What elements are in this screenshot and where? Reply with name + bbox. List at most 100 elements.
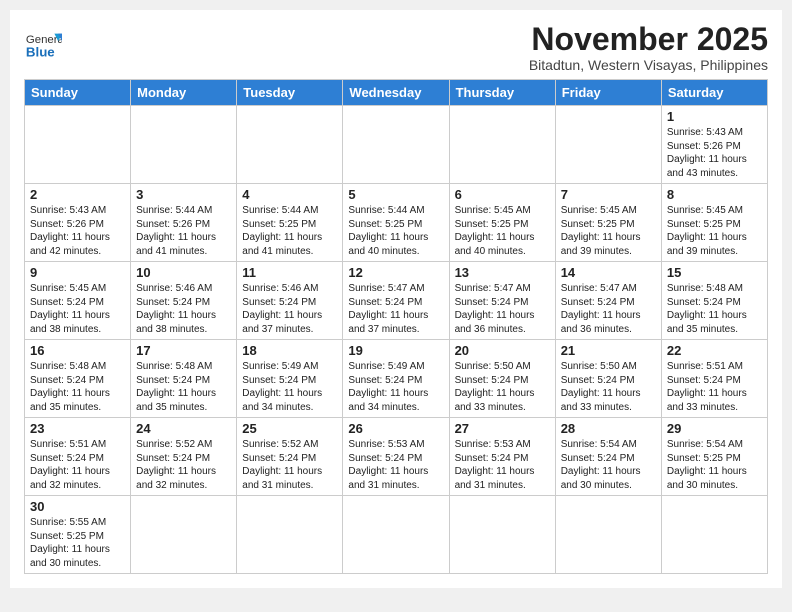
day-info: Sunrise: 5:45 AM Sunset: 5:25 PM Dayligh… <box>455 204 550 258</box>
calendar-cell: 8Sunrise: 5:45 AM Sunset: 5:25 PM Daylig… <box>661 184 767 262</box>
calendar-cell: 15 Sunrise: 5:48 AM Sunset: 5:24 PM Dayli… <box>661 262 767 340</box>
weekday-header-tuesday: Tuesday <box>237 80 343 106</box>
day-info: Sunrise: 5:53 AM Sunset: 5:24 PM Dayligh… <box>455 438 550 492</box>
day-info: Sunrise: 5:43 AM Sunset: 5:26 PM Dayligh… <box>667 126 762 180</box>
calendar-cell <box>343 496 449 574</box>
day-info: Sunrise: 5:45 AM Sunset: 5:25 PM Dayligh… <box>561 204 656 258</box>
calendar-cell <box>237 106 343 184</box>
calendar-cell: 13Sunrise: 5:47 AM Sunset: 5:24 PM Dayli… <box>449 262 555 340</box>
day-info: Sunrise: 5:44 AM Sunset: 5:26 PM Dayligh… <box>136 204 231 258</box>
day-info: Sunrise: 5:45 AM Sunset: 5:24 PM Dayligh… <box>30 282 125 336</box>
calendar-week-0: 1 Sunrise: 5:43 AM Sunset: 5:26 PM Daylig… <box>25 106 768 184</box>
day-number: 28 <box>561 421 656 436</box>
day-number: 20 <box>455 343 550 358</box>
day-info: Sunrise: 5:54 AM Sunset: 5:25 PM Dayligh… <box>667 438 762 492</box>
calendar-cell <box>449 496 555 574</box>
title-block: November 2025 Bitadtun, Western Visayas,… <box>529 22 768 73</box>
day-info: Sunrise: 5:47 AM Sunset: 5:24 PM Dayligh… <box>561 282 656 336</box>
day-number: 1 <box>667 109 762 124</box>
day-info: Sunrise: 5:44 AM Sunset: 5:25 PM Dayligh… <box>242 204 337 258</box>
calendar-week-5: 30 Sunrise: 5:55 AM Sunset: 5:25 PM Dayli… <box>25 496 768 574</box>
calendar-cell: 18Sunrise: 5:49 AM Sunset: 5:24 PM Dayli… <box>237 340 343 418</box>
day-info: Sunrise: 5:49 AM Sunset: 5:24 PM Dayligh… <box>242 360 337 414</box>
calendar-cell: 20 Sunrise: 5:50 AM Sunset: 5:24 PM Dayli… <box>449 340 555 418</box>
calendar-cell: 22Sunrise: 5:51 AM Sunset: 5:24 PM Dayli… <box>661 340 767 418</box>
day-number: 27 <box>455 421 550 436</box>
day-info: Sunrise: 5:47 AM Sunset: 5:24 PM Dayligh… <box>348 282 443 336</box>
calendar-cell: 17 Sunrise: 5:48 AM Sunset: 5:24 PM Dayli… <box>131 340 237 418</box>
calendar-cell: 11Sunrise: 5:46 AM Sunset: 5:24 PM Dayli… <box>237 262 343 340</box>
calendar-week-3: 16Sunrise: 5:48 AM Sunset: 5:24 PM Dayli… <box>25 340 768 418</box>
day-info: Sunrise: 5:52 AM Sunset: 5:24 PM Dayligh… <box>136 438 231 492</box>
month-title: November 2025 <box>529 22 768 57</box>
calendar-cell: 9 Sunrise: 5:45 AM Sunset: 5:24 PM Daylig… <box>25 262 131 340</box>
day-info: Sunrise: 5:50 AM Sunset: 5:24 PM Dayligh… <box>561 360 656 414</box>
calendar-cell: 1 Sunrise: 5:43 AM Sunset: 5:26 PM Daylig… <box>661 106 767 184</box>
day-info: Sunrise: 5:52 AM Sunset: 5:24 PM Dayligh… <box>242 438 337 492</box>
day-info: Sunrise: 5:53 AM Sunset: 5:24 PM Dayligh… <box>348 438 443 492</box>
day-info: Sunrise: 5:46 AM Sunset: 5:24 PM Dayligh… <box>136 282 231 336</box>
svg-text:Blue: Blue <box>26 44 55 59</box>
day-number: 15 <box>667 265 762 280</box>
calendar-cell <box>449 106 555 184</box>
calendar-cell: 3 Sunrise: 5:44 AM Sunset: 5:26 PM Daylig… <box>131 184 237 262</box>
calendar-cell: 12 Sunrise: 5:47 AM Sunset: 5:24 PM Dayli… <box>343 262 449 340</box>
calendar-cell <box>555 106 661 184</box>
calendar-cell: 14Sunrise: 5:47 AM Sunset: 5:24 PM Dayli… <box>555 262 661 340</box>
day-number: 3 <box>136 187 231 202</box>
day-info: Sunrise: 5:44 AM Sunset: 5:25 PM Dayligh… <box>348 204 443 258</box>
calendar-table: SundayMondayTuesdayWednesdayThursdayFrid… <box>24 79 768 574</box>
calendar-cell: 5 Sunrise: 5:44 AM Sunset: 5:25 PM Daylig… <box>343 184 449 262</box>
calendar-cell: 16Sunrise: 5:48 AM Sunset: 5:24 PM Dayli… <box>25 340 131 418</box>
day-number: 24 <box>136 421 231 436</box>
calendar-cell <box>237 496 343 574</box>
day-info: Sunrise: 5:43 AM Sunset: 5:26 PM Dayligh… <box>30 204 125 258</box>
day-info: Sunrise: 5:54 AM Sunset: 5:24 PM Dayligh… <box>561 438 656 492</box>
logo-icon: General Blue <box>24 26 62 64</box>
day-number: 23 <box>30 421 125 436</box>
calendar-cell: 10 Sunrise: 5:46 AM Sunset: 5:24 PM Dayli… <box>131 262 237 340</box>
day-info: Sunrise: 5:51 AM Sunset: 5:24 PM Dayligh… <box>30 438 125 492</box>
day-info: Sunrise: 5:55 AM Sunset: 5:25 PM Dayligh… <box>30 516 125 570</box>
calendar-cell: 25Sunrise: 5:52 AM Sunset: 5:24 PM Dayli… <box>237 418 343 496</box>
calendar-cell: 19Sunrise: 5:49 AM Sunset: 5:24 PM Dayli… <box>343 340 449 418</box>
day-number: 4 <box>242 187 337 202</box>
weekday-header-monday: Monday <box>131 80 237 106</box>
location-title: Bitadtun, Western Visayas, Philippines <box>529 57 768 73</box>
day-number: 9 <box>30 265 125 280</box>
calendar-week-4: 23 Sunrise: 5:51 AM Sunset: 5:24 PM Dayli… <box>25 418 768 496</box>
weekday-header-thursday: Thursday <box>449 80 555 106</box>
calendar-cell: 6 Sunrise: 5:45 AM Sunset: 5:25 PM Daylig… <box>449 184 555 262</box>
weekday-header-friday: Friday <box>555 80 661 106</box>
logo: General Blue <box>24 26 62 64</box>
day-number: 13 <box>455 265 550 280</box>
day-info: Sunrise: 5:48 AM Sunset: 5:24 PM Dayligh… <box>667 282 762 336</box>
calendar-cell: 7Sunrise: 5:45 AM Sunset: 5:25 PM Daylig… <box>555 184 661 262</box>
day-info: Sunrise: 5:50 AM Sunset: 5:24 PM Dayligh… <box>455 360 550 414</box>
day-number: 17 <box>136 343 231 358</box>
calendar-cell <box>131 106 237 184</box>
calendar-cell: 29Sunrise: 5:54 AM Sunset: 5:25 PM Dayli… <box>661 418 767 496</box>
day-number: 5 <box>348 187 443 202</box>
calendar-cell: 27 Sunrise: 5:53 AM Sunset: 5:24 PM Dayli… <box>449 418 555 496</box>
calendar-cell: 21 Sunrise: 5:50 AM Sunset: 5:24 PM Dayli… <box>555 340 661 418</box>
header-row: General Blue November 2025 Bitadtun, Wes… <box>24 22 768 73</box>
day-number: 21 <box>561 343 656 358</box>
weekday-header-wednesday: Wednesday <box>343 80 449 106</box>
day-info: Sunrise: 5:48 AM Sunset: 5:24 PM Dayligh… <box>136 360 231 414</box>
day-info: Sunrise: 5:49 AM Sunset: 5:24 PM Dayligh… <box>348 360 443 414</box>
calendar-cell: 23 Sunrise: 5:51 AM Sunset: 5:24 PM Dayli… <box>25 418 131 496</box>
day-number: 6 <box>455 187 550 202</box>
calendar-cell: 4 Sunrise: 5:44 AM Sunset: 5:25 PM Daylig… <box>237 184 343 262</box>
calendar-cell: 28 Sunrise: 5:54 AM Sunset: 5:24 PM Dayli… <box>555 418 661 496</box>
page: General Blue November 2025 Bitadtun, Wes… <box>10 10 782 588</box>
day-number: 11 <box>242 265 337 280</box>
day-info: Sunrise: 5:48 AM Sunset: 5:24 PM Dayligh… <box>30 360 125 414</box>
calendar-cell <box>661 496 767 574</box>
day-number: 22 <box>667 343 762 358</box>
calendar-week-1: 2Sunrise: 5:43 AM Sunset: 5:26 PM Daylig… <box>25 184 768 262</box>
day-number: 12 <box>348 265 443 280</box>
day-number: 30 <box>30 499 125 514</box>
calendar-cell <box>555 496 661 574</box>
day-number: 10 <box>136 265 231 280</box>
